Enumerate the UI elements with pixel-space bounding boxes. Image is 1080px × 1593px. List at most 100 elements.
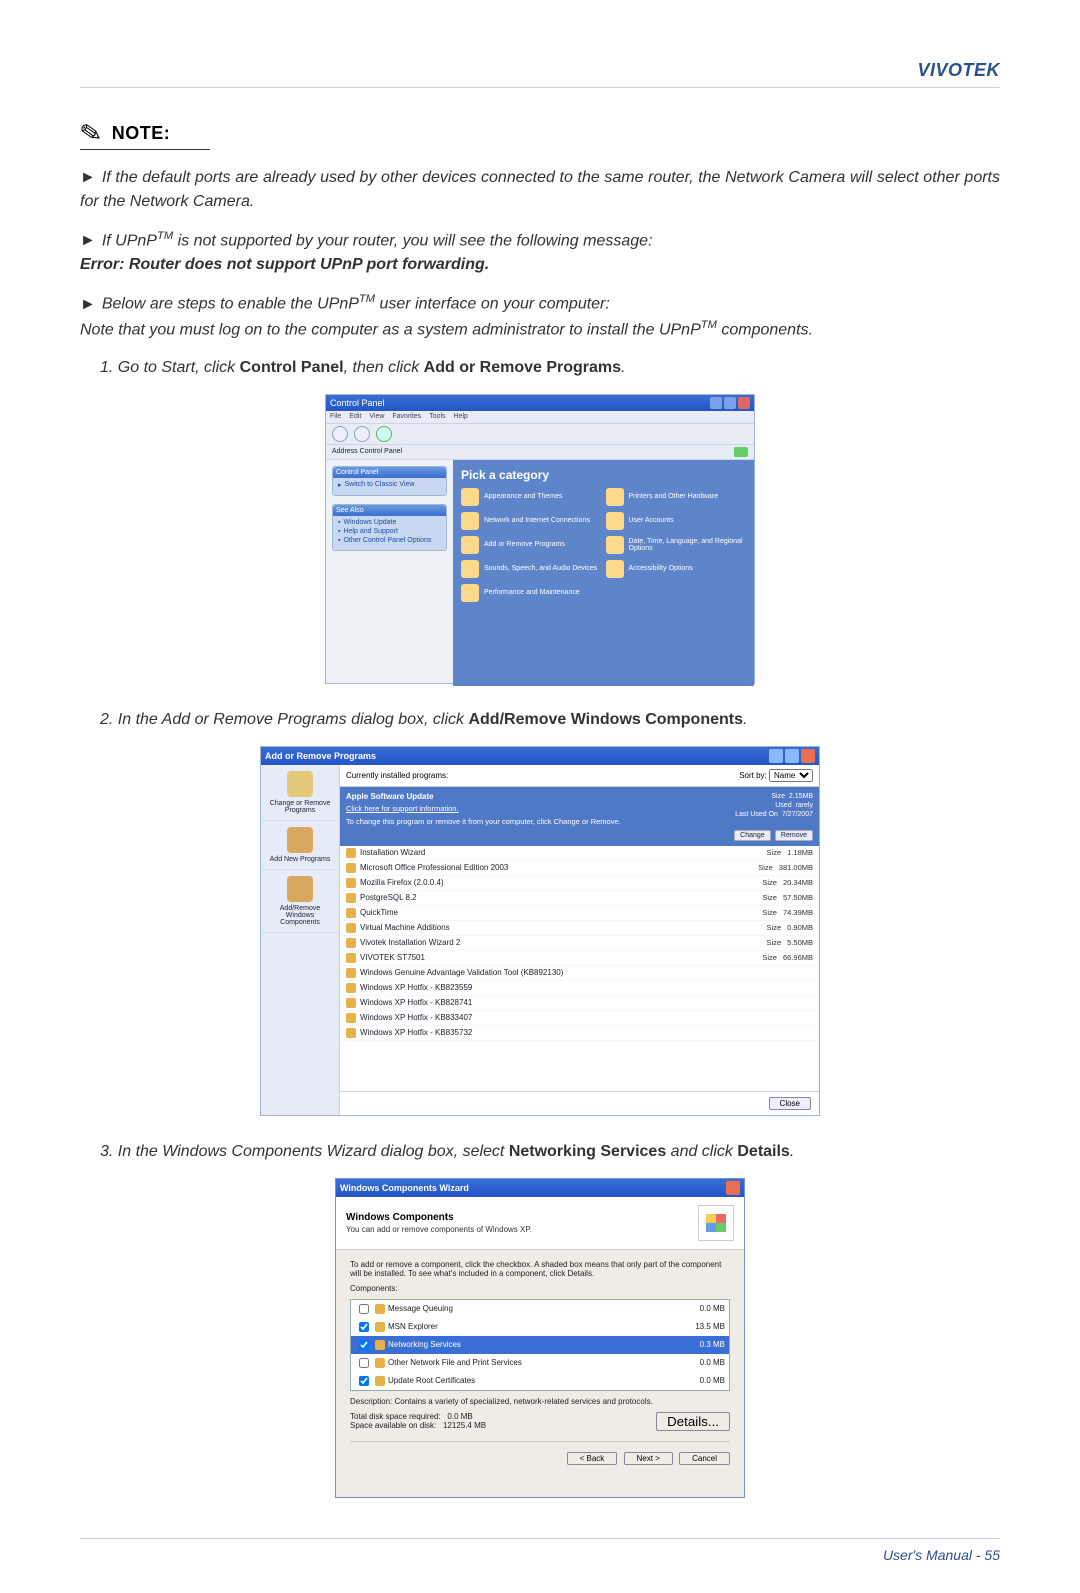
cp-cat-5[interactable]: Date, Time, Language, and Regional Optio… [606, 536, 747, 554]
next-button[interactable]: Next > [624, 1452, 673, 1465]
s2-pre: 2. In the Add or Remove Programs dialog … [100, 711, 468, 728]
category-icon [461, 560, 479, 578]
b2-pre: If UPnP [102, 232, 157, 249]
arp-row[interactable]: Mozilla Firefox (2.0.0.4)Size20.34MB [340, 876, 819, 891]
wcw-component-row[interactable]: Other Network File and Print Services0.0… [351, 1354, 729, 1372]
component-name: Message Queuing [388, 1304, 453, 1313]
cp-cat-2[interactable]: Network and Internet Connections [461, 512, 602, 530]
sort-select[interactable]: Name [769, 769, 813, 782]
component-checkbox[interactable] [359, 1358, 369, 1368]
arp-row[interactable]: QuickTimeSize74.39MB [340, 906, 819, 921]
window-buttons[interactable] [769, 749, 815, 763]
forward-icon[interactable] [354, 426, 370, 442]
wcw-listbox[interactable]: Message Queuing0.0 MBMSN Explorer13.5 MB… [350, 1299, 730, 1391]
document-page: VIVOTEK ✎ NOTE: ►If the default ports ar… [0, 0, 1080, 1593]
program-icon [346, 998, 356, 1008]
component-checkbox[interactable] [359, 1340, 369, 1350]
category-icon [606, 488, 624, 506]
arp-row[interactable]: Windows Genuine Advantage Validation Too… [340, 966, 819, 981]
size-value: 66.96MB [783, 953, 813, 962]
menu-favorites[interactable]: Favorites [392, 413, 421, 420]
cp-link-help[interactable]: ▪Help and Support [338, 528, 441, 535]
back-button[interactable]: < Back [567, 1452, 618, 1465]
close-icon[interactable] [726, 1181, 740, 1195]
close-button[interactable]: Close [769, 1097, 811, 1110]
cp-cat-0[interactable]: Appearance and Themes [461, 488, 602, 506]
cp-link-wu[interactable]: ▪Windows Update [338, 519, 441, 526]
cp-menubar[interactable]: File Edit View Favorites Tools Help [326, 411, 754, 423]
cp-switch-view[interactable]: ▸Switch to Classic View [338, 481, 441, 489]
arp-side-windows-components[interactable]: Add/Remove Windows Components [261, 870, 339, 933]
cp-cat-1[interactable]: Printers and Other Hardware [606, 488, 747, 506]
size-label: Size [767, 848, 782, 857]
step-3: 3. In the Windows Components Wizard dial… [100, 1140, 1000, 1164]
size-value: 20.34MB [783, 878, 813, 887]
arp-side-add-new[interactable]: Add New Programs [261, 821, 339, 870]
size-value: 74.39MB [783, 908, 813, 917]
component-checkbox[interactable] [359, 1376, 369, 1386]
menu-file[interactable]: File [330, 413, 341, 420]
arp-row[interactable]: Microsoft Office Professional Edition 20… [340, 861, 819, 876]
details-button[interactable]: Details... [656, 1412, 730, 1431]
cp-address-bar[interactable]: Address Control Panel [326, 445, 754, 460]
b3-pre: Below are steps to enable the UPnP [102, 296, 359, 313]
cp-main: Pick a category Appearance and Themes Pr… [453, 460, 754, 686]
up-icon[interactable] [376, 426, 392, 442]
cp-cat-8[interactable]: Performance and Maintenance [461, 584, 602, 602]
space-req-label: Total disk space required: [350, 1412, 441, 1421]
cp-link-other[interactable]: ▪Other Control Panel Options [338, 537, 441, 544]
arp-selected-row[interactable]: Size 2.15MB Used rarely Last Used On 7/2… [340, 787, 819, 846]
arp-side-change-remove[interactable]: Change or Remove Programs [261, 765, 339, 821]
component-checkbox[interactable] [359, 1304, 369, 1314]
cp-cat-7[interactable]: Accessibility Options [606, 560, 747, 578]
change-button[interactable]: Change [734, 830, 771, 841]
back-icon[interactable] [332, 426, 348, 442]
cp-cat-4[interactable]: Add or Remove Programs [461, 536, 602, 554]
step-2: 2. In the Add or Remove Programs dialog … [100, 708, 1000, 732]
arp-top: Currently installed programs: Sort by: N… [340, 765, 819, 787]
cp-link-0: Windows Update [343, 519, 396, 526]
size-label: Size [762, 908, 777, 917]
window-buttons[interactable] [710, 397, 750, 409]
arp-row[interactable]: PostgreSQL 8.2Size57.50MB [340, 891, 819, 906]
arp-row[interactable]: Windows XP Hotfix - KB835732 [340, 1026, 819, 1041]
wcw-component-row[interactable]: Networking Services0.3 MB [351, 1336, 729, 1354]
arp-row[interactable]: Installation WizardSize1.18MB [340, 846, 819, 861]
arp-row[interactable]: Windows XP Hotfix - KB833407 [340, 1011, 819, 1026]
component-name: Other Network File and Print Services [388, 1358, 522, 1367]
cat-label: Appearance and Themes [484, 493, 562, 500]
arp-list[interactable]: Installation WizardSize1.18MBMicrosoft O… [340, 846, 819, 1091]
size-value: 0.90MB [787, 923, 813, 932]
note-bullet-1-text: If the default ports are already used by… [80, 169, 1000, 210]
menu-help[interactable]: Help [454, 413, 468, 420]
cp-cat-3[interactable]: User Accounts [606, 512, 747, 530]
sort-label: Sort by: [739, 771, 767, 780]
b3-post: user interface on your computer: [375, 296, 610, 313]
arp-row[interactable]: VIVOTEK ST7501Size66.96MB [340, 951, 819, 966]
program-name: Windows XP Hotfix - KB833407 [360, 1013, 472, 1022]
program-icon [346, 878, 356, 888]
component-checkbox[interactable] [359, 1322, 369, 1332]
wcw-component-row[interactable]: Update Root Certificates0.0 MB [351, 1372, 729, 1390]
arp-row[interactable]: Virtual Machine AdditionsSize0.90MB [340, 921, 819, 936]
cp-toolbar[interactable] [326, 423, 754, 445]
arp-row[interactable]: Windows XP Hotfix - KB828741 [340, 996, 819, 1011]
menu-edit[interactable]: Edit [349, 413, 361, 420]
menu-view[interactable]: View [369, 413, 384, 420]
cp-cat-6[interactable]: Sounds, Speech, and Audio Devices [461, 560, 602, 578]
go-button[interactable] [734, 447, 748, 457]
wcw-component-row[interactable]: Message Queuing0.0 MB [351, 1300, 729, 1318]
side-label: Add/Remove Windows Components [280, 905, 320, 926]
arp-row[interactable]: Windows XP Hotfix - KB823559 [340, 981, 819, 996]
remove-button[interactable]: Remove [775, 830, 813, 841]
cancel-button[interactable]: Cancel [679, 1452, 730, 1465]
menu-tools[interactable]: Tools [429, 413, 445, 420]
size-value: 381.00MB [779, 863, 813, 872]
category-icon [461, 536, 479, 554]
s3-mid: and click [666, 1143, 737, 1160]
screenshot-windows-components-wizard: Windows Components Wizard Windows Compon… [335, 1178, 745, 1498]
component-name: MSN Explorer [388, 1322, 438, 1331]
b2-tm: TM [157, 230, 173, 242]
arp-row[interactable]: Vivotek Installation Wizard 2Size5.50MB [340, 936, 819, 951]
wcw-component-row[interactable]: MSN Explorer13.5 MB [351, 1318, 729, 1336]
